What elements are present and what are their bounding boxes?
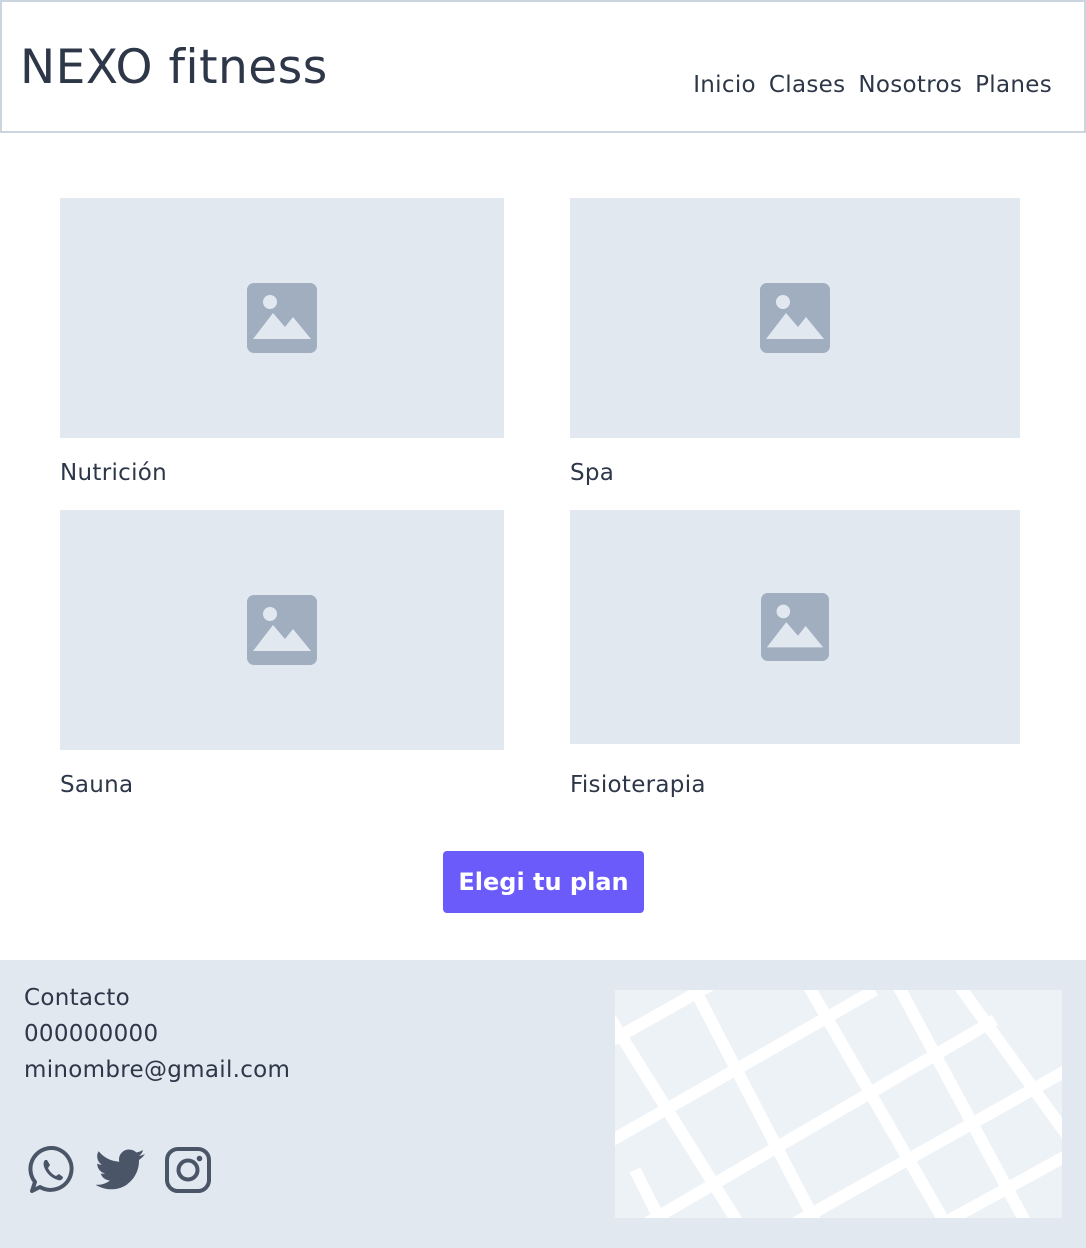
whatsapp-icon[interactable] [28,1144,78,1200]
image-placeholder-icon [247,283,317,353]
contact-phone: 000000000 [24,1021,159,1047]
image-placeholder-icon [760,283,830,353]
service-image [570,510,1020,744]
contact-email[interactable]: minombre@gmail.com [24,1052,290,1088]
service-label: Spa [570,460,615,486]
service-card-sauna: Sauna [60,510,504,810]
contact-title: Contacto [24,985,130,1011]
image-placeholder-icon [247,595,317,665]
nav-link-inicio[interactable]: Inicio [693,70,756,100]
twitter-icon[interactable] [95,1148,146,1196]
service-image [60,510,504,750]
nav-link-planes[interactable]: Planes [975,70,1052,100]
service-label: Nutrición [60,460,168,486]
service-card-spa: Spa [570,198,1020,498]
image-placeholder-icon [761,593,829,661]
contact-block: Contacto 000000000 minombre@gmail.com [24,980,290,1088]
service-label: Fisioterapia [570,772,706,798]
social-links [28,1144,212,1200]
service-card-fisioterapia: Fisioterapia [570,510,1020,810]
main-nav: Inicio Clases Nosotros Planes [693,70,1052,100]
location-map[interactable] [615,990,1062,1218]
nav-link-nosotros[interactable]: Nosotros [858,70,962,100]
service-card-nutricion: Nutrición [60,198,504,498]
service-image [570,198,1020,438]
instagram-icon[interactable] [164,1146,212,1198]
choose-plan-button[interactable]: Elegi tu plan [443,851,644,913]
site-footer: Contacto 000000000 minombre@gmail.com [0,960,1086,1248]
site-logo[interactable]: NEXO fitness [20,38,328,98]
service-label: Sauna [60,772,134,798]
nav-link-clases[interactable]: Clases [769,70,845,100]
service-image [60,198,504,438]
site-header: NEXO fitness Inicio Clases Nosotros Plan… [0,0,1086,133]
